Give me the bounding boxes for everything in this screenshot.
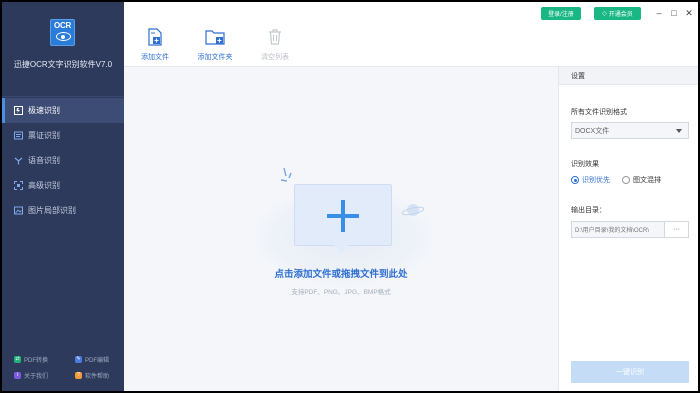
pdf-edit-icon: ✎ <box>75 355 82 363</box>
output-path-value: D:\用户目录\我的文档\OCR\ <box>575 228 650 234</box>
sidebar-item-fast-ocr[interactable]: 极速识别 <box>2 98 124 123</box>
radio-mixed-layout[interactable]: 图文混排 <box>622 175 661 185</box>
minimize-icon[interactable]: – <box>653 7 665 19</box>
sidebar-item-image-region-ocr[interactable]: 图片局部识别 <box>2 198 124 223</box>
link-label: 关于我们 <box>24 373 49 380</box>
eye-icon <box>56 32 71 41</box>
sidebar-item-ticket-ocr[interactable]: 票证识别 <box>2 123 124 148</box>
add-folder-label: 添加文件夹 <box>197 54 233 61</box>
logo-text: OCR <box>54 21 71 30</box>
sidebar-item-label: 语音识别 <box>28 156 60 165</box>
login-register-button[interactable]: 登录/注册 <box>541 7 581 20</box>
help-link[interactable]: ? 软件帮助 <box>63 371 124 380</box>
sidebar-item-advanced-ocr[interactable]: 高级识别 <box>2 173 124 198</box>
info-icon: i <box>14 371 21 379</box>
add-file-label: 添加文件 <box>141 54 169 61</box>
radio-recognition-first[interactable]: 识别优先 <box>571 175 610 185</box>
lightning-icon <box>14 106 23 115</box>
sidebar-nav: 极速识别 票证识别 语音识别 高级识别 图片局部识别 <box>2 98 124 223</box>
clear-list-label: 清空列表 <box>261 54 289 61</box>
file-drop-area[interactable]: 点击添加文件或拖拽文件到此处 支持PDF、PNG、JPG、BMP格式 <box>124 67 558 391</box>
radio-indicator <box>571 176 579 184</box>
pdf-convert-link[interactable]: ⇄ PDF转换 <box>2 355 63 364</box>
pdf-convert-icon: ⇄ <box>14 355 21 363</box>
card-tail <box>334 245 348 253</box>
login-label: 登录/注册 <box>548 12 574 18</box>
settings-header: 设置 <box>559 67 698 85</box>
start-recognition-button[interactable]: 一键识别 <box>571 361 689 383</box>
sidebar-item-label: 极速识别 <box>28 106 60 115</box>
pdf-edit-link[interactable]: ✎ PDF编辑 <box>63 355 124 364</box>
link-label: PDF转换 <box>24 357 49 364</box>
toolbar: 添加文件 添加文件夹 清空列表 登录/注册 ◇ 开通会员 – □ ✕ <box>124 2 698 67</box>
link-label: PDF编辑 <box>85 357 110 364</box>
planet-icon <box>401 204 425 216</box>
image-crop-icon <box>14 206 23 215</box>
settings-title: 设置 <box>571 72 585 80</box>
clear-list-button[interactable]: 清空列表 <box>250 28 300 62</box>
add-file-card[interactable] <box>294 184 392 246</box>
about-us-link[interactable]: i 关于我们 <box>2 371 63 380</box>
microphone-icon <box>14 156 23 165</box>
link-label: 软件帮助 <box>85 373 110 380</box>
maximize-icon[interactable]: □ <box>668 7 680 19</box>
diamond-icon: ◇ <box>602 11 607 17</box>
drop-subtitle: 支持PDF、PNG、JPG、BMP格式 <box>291 289 391 296</box>
browse-button[interactable]: ··· <box>665 221 689 238</box>
bottom-links: ⇄ PDF转换 ✎ PDF编辑 i 关于我们 ? 软件帮助 <box>2 351 124 383</box>
scan-icon <box>14 181 23 190</box>
sidebar-item-label: 图片局部识别 <box>28 206 76 215</box>
radio-indicator <box>622 176 630 184</box>
add-folder-icon <box>205 28 225 48</box>
radio-label: 图文混排 <box>633 177 661 184</box>
sidebar: OCR 迅捷OCR文字识别软件V7.0 极速识别 票证识别 语音识别 高级识别 … <box>2 2 124 391</box>
sidebar-item-voice-ocr[interactable]: 语音识别 <box>2 148 124 173</box>
add-file-icon <box>147 28 163 48</box>
settings-panel: 设置 所有文件识别格式 DOCX文件 识别效果 识别优先 图文混排 输出目录： … <box>558 67 698 391</box>
add-folder-button[interactable]: 添加文件夹 <box>190 28 240 62</box>
app-logo: OCR <box>50 19 75 46</box>
vip-label: 开通会员 <box>608 12 633 18</box>
start-label: 一键识别 <box>616 369 644 376</box>
format-select[interactable]: DOCX文件 <box>571 122 689 139</box>
browse-label: ··· <box>673 226 680 233</box>
help-icon: ? <box>75 371 82 379</box>
radio-label: 识别优先 <box>582 177 610 184</box>
app-window: OCR 迅捷OCR文字识别软件V7.0 极速识别 票证识别 语音识别 高级识别 … <box>0 0 700 393</box>
divider <box>2 96 124 97</box>
output-path-input[interactable]: D:\用户目录\我的文档\OCR\ <box>571 221 665 238</box>
chevron-down-icon <box>676 129 682 133</box>
sidebar-item-label: 票证识别 <box>28 131 60 140</box>
output-label: 输出目录： <box>571 207 606 214</box>
vip-button[interactable]: ◇ 开通会员 <box>594 7 641 20</box>
effect-radio-group: 识别优先 图文混排 <box>571 175 673 185</box>
add-file-button[interactable]: 添加文件 <box>130 28 180 62</box>
format-label: 所有文件识别格式 <box>571 109 627 116</box>
effect-label: 识别效果 <box>571 161 599 168</box>
app-title: 迅捷OCR文字识别软件V7.0 <box>13 60 113 69</box>
drop-title: 点击添加文件或拖拽文件到此处 <box>274 269 408 280</box>
ticket-icon <box>14 131 23 140</box>
sidebar-item-label: 高级识别 <box>28 181 60 190</box>
format-value: DOCX文件 <box>575 127 610 135</box>
close-icon[interactable]: ✕ <box>683 7 695 19</box>
trash-icon <box>267 28 283 48</box>
